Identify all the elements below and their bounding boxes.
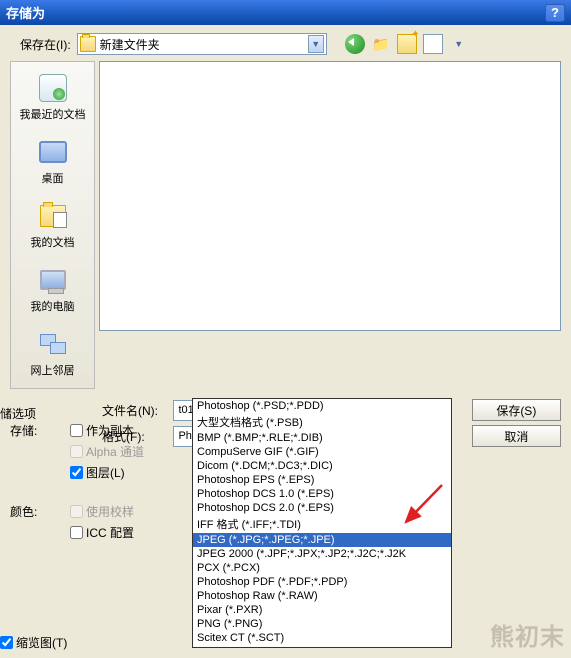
places-bar: 我最近的文档 桌面 我的文档 我的电脑 网上邻居 (10, 61, 95, 389)
dialog-title: 存储为 (6, 3, 45, 22)
file-list-view[interactable] (99, 61, 561, 331)
help-button[interactable]: ? (545, 4, 565, 22)
format-option[interactable]: PNG (*.PNG) (193, 617, 451, 631)
save-in-label: 保存在(I): (20, 36, 71, 53)
format-option[interactable]: 大型文档格式 (*.PSB) (193, 413, 451, 431)
layers-checkbox[interactable]: 图层(L) (70, 464, 125, 481)
format-option[interactable]: Targa (*.TGA;*.VDA;*.ICB;*.VST) (193, 645, 451, 648)
folder-icon (80, 36, 96, 52)
view-menu-button[interactable] (423, 34, 443, 54)
watermark: 熊初末 (490, 617, 565, 652)
icc-checkbox[interactable]: ICC 配置 (70, 524, 134, 541)
format-option[interactable]: Photoshop Raw (*.RAW) (193, 589, 451, 603)
format-option[interactable]: PCX (*.PCX) (193, 561, 451, 575)
format-option[interactable]: BMP (*.BMP;*.RLE;*.DIB) (193, 431, 451, 445)
titlebar: 存储为 ? (0, 0, 571, 25)
store-label: 存储: (10, 422, 70, 439)
save-options-legend: 储选项 (0, 405, 36, 422)
my-computer-icon (40, 270, 66, 290)
use-proof-checkbox: 使用校样 (70, 503, 134, 520)
format-option[interactable]: CompuServe GIF (*.GIF) (193, 445, 451, 459)
save-button[interactable]: 保存(S) (472, 399, 561, 421)
place-recent[interactable]: 我最近的文档 (11, 70, 94, 124)
filename-label: 文件名(N): (102, 402, 173, 419)
up-folder-icon: 📁 (371, 34, 391, 54)
back-button[interactable] (345, 34, 365, 54)
format-option[interactable]: Photoshop EPS (*.EPS) (193, 473, 451, 487)
format-option[interactable]: Photoshop (*.PSD;*.PDD) (193, 399, 451, 413)
as-copy-checkbox[interactable]: 作为副本 (70, 422, 134, 439)
place-my-documents[interactable]: 我的文档 (11, 198, 94, 252)
view-dropdown-icon[interactable]: ▼ (449, 34, 469, 54)
format-option[interactable]: JPEG (*.JPG;*.JPEG;*.JPE) (193, 533, 451, 547)
format-option[interactable]: Photoshop DCS 1.0 (*.EPS) (193, 487, 451, 501)
my-documents-icon (40, 205, 66, 227)
view-icon (423, 34, 443, 54)
format-option[interactable]: JPEG 2000 (*.JPF;*.JPX;*.JP2;*.J2C;*.J2K (193, 547, 451, 561)
alpha-checkbox: Alpha 通道 (70, 443, 144, 460)
up-one-level-button[interactable]: 📁 (371, 34, 391, 54)
format-option[interactable]: Scitex CT (*.SCT) (193, 631, 451, 645)
new-folder-button[interactable] (397, 34, 417, 54)
place-network[interactable]: 网上邻居 (11, 326, 94, 380)
new-folder-icon (397, 34, 417, 54)
color-label: 颜色: (10, 503, 70, 520)
format-option[interactable]: Photoshop DCS 2.0 (*.EPS) (193, 501, 451, 515)
place-desktop[interactable]: 桌面 (11, 134, 94, 188)
dropdown-icon[interactable]: ▼ (308, 35, 324, 53)
back-icon (345, 34, 365, 54)
format-option[interactable]: Dicom (*.DCM;*.DC3;*.DIC) (193, 459, 451, 473)
desktop-icon (39, 141, 67, 163)
network-icon (40, 334, 66, 354)
recent-docs-icon (39, 74, 67, 102)
format-option[interactable]: IFF 格式 (*.IFF;*.TDI) (193, 515, 451, 533)
folder-name: 新建文件夹 (100, 36, 308, 53)
place-my-computer[interactable]: 我的电脑 (11, 262, 94, 316)
format-dropdown-list[interactable]: Photoshop (*.PSD;*.PDD)大型文档格式 (*.PSB)BMP… (192, 398, 452, 648)
save-in-combo[interactable]: 新建文件夹 ▼ (77, 33, 327, 55)
format-option[interactable]: Photoshop PDF (*.PDF;*.PDP) (193, 575, 451, 589)
thumbnail-checkbox[interactable]: 缩览图(T) (0, 634, 67, 651)
format-option[interactable]: Pixar (*.PXR) (193, 603, 451, 617)
